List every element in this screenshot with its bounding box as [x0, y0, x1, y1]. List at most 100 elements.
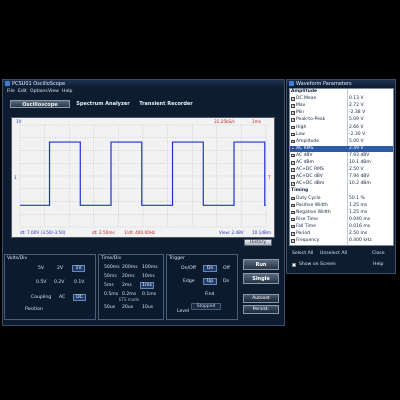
- volt-1v-selected[interactable]: 1V: [72, 265, 85, 272]
- param-checkbox[interactable]: ✓: [291, 132, 295, 136]
- time-50us[interactable]: 50us: [104, 305, 115, 310]
- help-button[interactable]: Help: [373, 262, 383, 267]
- param-checkbox[interactable]: ✓: [291, 125, 295, 129]
- select-all-button[interactable]: Select All: [292, 251, 313, 256]
- window-title: PCSU01 OscilloScope: [12, 81, 66, 87]
- app-icon: [5, 81, 10, 86]
- volt-0-1v[interactable]: 0.1V: [74, 280, 84, 285]
- param-checkbox[interactable]: ✓: [291, 161, 295, 165]
- trigger-find[interactable]: Find: [205, 292, 214, 297]
- time-500ms[interactable]: 500ms: [104, 265, 120, 270]
- trigger-panel: Trigger On/Off On Off Edge Up Dn Find Le…: [166, 254, 238, 320]
- param-row[interactable]: ✓ AC dBV 7.93 dBV: [290, 153, 393, 159]
- param-row[interactable]: ✓ Positive Width 1.25 ms: [290, 203, 393, 209]
- param-checkbox[interactable]: ✓: [291, 175, 295, 179]
- menu-edit[interactable]: Edit: [18, 89, 27, 94]
- param-checkbox[interactable]: ✓: [291, 97, 295, 101]
- menu-view[interactable]: View: [48, 89, 59, 94]
- single-button[interactable]: Single: [243, 273, 279, 284]
- tab-spectrum-analyzer[interactable]: Spectrum Analyzer: [73, 100, 133, 108]
- param-row[interactable]: ✓ Min -2.38 V: [290, 110, 393, 116]
- menu-help[interactable]: Help: [62, 89, 72, 94]
- param-value: 2.50 V: [349, 167, 364, 173]
- param-row[interactable]: ✓ Duty Cycle 50.1 %: [290, 196, 393, 202]
- param-value: 2.72 V: [349, 103, 364, 109]
- trigger-off[interactable]: Off: [223, 266, 230, 271]
- param-checkbox[interactable]: ✓: [291, 217, 295, 221]
- param-name: Period: [296, 231, 311, 236]
- time-2ms[interactable]: 2ms: [122, 283, 132, 288]
- param-checkbox[interactable]: ✓: [291, 196, 295, 200]
- param-checkbox[interactable]: ✓: [291, 118, 295, 122]
- time-20ms[interactable]: 20ms: [122, 274, 135, 279]
- run-button[interactable]: Run: [243, 259, 279, 270]
- param-row[interactable]: ✓ Max 2.72 V: [290, 103, 393, 109]
- trigger-up-selected[interactable]: Up: [203, 278, 217, 285]
- param-name: Negative Width: [296, 209, 331, 215]
- time-200ms[interactable]: 200ms: [122, 265, 138, 270]
- menu-options[interactable]: Options: [30, 89, 48, 94]
- param-checkbox[interactable]: ✓: [291, 153, 295, 157]
- param-checkbox[interactable]: ✓: [291, 168, 295, 172]
- channel-marker[interactable]: 1: [14, 175, 17, 180]
- param-name: Amplitude: [291, 89, 318, 94]
- time-0-5ms[interactable]: 0.5ms: [104, 292, 118, 297]
- scope-display[interactable]: 1V 31.25kS/s 1ms 1 T dt: 7.00V (3.50/-3.…: [11, 117, 275, 238]
- time-10us[interactable]: 10us: [142, 305, 153, 310]
- time-0-1ms[interactable]: 0.1ms: [142, 292, 156, 297]
- time-100ms[interactable]: 100ms: [142, 265, 158, 270]
- persist-button[interactable]: Persist.: [243, 305, 279, 314]
- autoset-button[interactable]: Autoset: [243, 294, 279, 303]
- volt-0-5v[interactable]: 0.5V: [36, 280, 46, 285]
- param-row[interactable]: ✓ AC+DC dBV 7.94 dBV: [290, 174, 393, 180]
- tab-oscilloscope[interactable]: OsciIIoscope: [10, 100, 70, 108]
- param-row[interactable]: ✓ AC+DC dBm 10.2 dBm: [290, 181, 393, 187]
- param-row[interactable]: ✓ AC RMS 2.49 V: [290, 145, 393, 152]
- time-20us[interactable]: 20us: [122, 305, 133, 310]
- unselect-all-button[interactable]: Unselect All: [320, 251, 347, 256]
- param-value: 2.66 V: [349, 124, 364, 130]
- param-row[interactable]: ✓ AC dBm 10.1 dBm: [290, 160, 393, 166]
- history-button[interactable]: History: [244, 239, 272, 246]
- show-on-screen-checkbox[interactable]: [292, 263, 296, 267]
- param-row[interactable]: ✓ Peak-to-Peak 5.09 V: [290, 117, 393, 123]
- param-row[interactable]: ✓ Fall Time 0.016 ms: [290, 224, 393, 230]
- time-5ms[interactable]: 5ms: [104, 283, 114, 288]
- param-name: AC dBm: [296, 160, 314, 165]
- param-row[interactable]: ✓ Rise Time 0.040 ms: [290, 217, 393, 223]
- param-row[interactable]: ✓ DC Mean 0.13 V: [290, 96, 393, 102]
- param-row[interactable]: ✓ Frequency 0.400 kHz: [290, 238, 393, 244]
- param-checkbox[interactable]: ✓: [291, 210, 295, 214]
- param-checkbox[interactable]: ✓: [291, 139, 295, 143]
- param-checkbox[interactable]: ✓: [291, 224, 295, 228]
- param-row[interactable]: ✓ High 2.66 V: [290, 125, 393, 131]
- trigger-on-selected[interactable]: On: [203, 265, 217, 272]
- param-checkbox[interactable]: ✓: [291, 111, 295, 115]
- volt-5v[interactable]: 5V: [38, 266, 44, 271]
- tab-transient-recorder[interactable]: Transient Recorder: [135, 100, 197, 108]
- param-checkbox[interactable]: ✓: [291, 182, 295, 186]
- param-row[interactable]: ✓ AC+DC RMS 2.50 V: [290, 167, 393, 173]
- param-row[interactable]: ✓ Period 2.50 ms: [290, 231, 393, 237]
- param-row[interactable]: ✓ Low -2.30 V: [290, 132, 393, 138]
- param-checkbox[interactable]: ✓: [291, 203, 295, 207]
- param-row[interactable]: ✓ Negative Width 1.25 ms: [290, 210, 393, 216]
- param-row[interactable]: ✓ Amplitude 5.00 V: [290, 139, 393, 145]
- close-button[interactable]: Close: [372, 251, 385, 256]
- param-checkbox[interactable]: ✓: [291, 239, 295, 243]
- time-10ms[interactable]: 10ms: [142, 274, 155, 279]
- trigger-dn[interactable]: Dn: [223, 279, 229, 284]
- param-checkbox[interactable]: ✓: [291, 104, 295, 108]
- time-50ms[interactable]: 50ms: [104, 274, 117, 279]
- volt-0-2v[interactable]: 0.2V: [54, 280, 64, 285]
- param-checkbox[interactable]: ✓: [291, 232, 295, 236]
- param-checkbox[interactable]: ✓: [291, 146, 295, 150]
- coupling-ac[interactable]: AC: [59, 295, 65, 300]
- volt-2v[interactable]: 2V: [57, 266, 63, 271]
- coupling-dc-selected[interactable]: DC: [73, 294, 86, 301]
- scope-bottom-bar: History: [11, 238, 275, 248]
- time-1ms[interactable]: 1ms: [140, 282, 154, 289]
- trigger-edge-label: Edge: [183, 279, 195, 284]
- trigger-marker[interactable]: T: [268, 175, 271, 180]
- menu-file[interactable]: File: [7, 89, 15, 94]
